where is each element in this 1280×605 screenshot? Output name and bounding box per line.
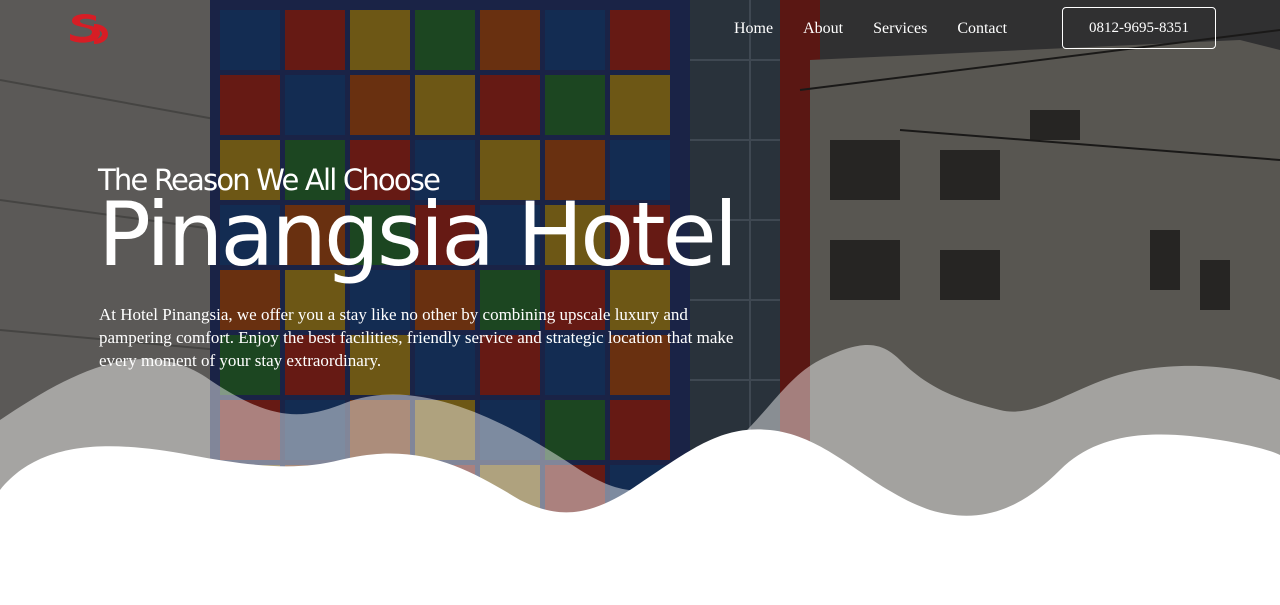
hero-section: Home About Services Contact 0812-9695-83…: [0, 0, 1280, 605]
front-wave: [0, 429, 1280, 605]
wave-divider: [0, 345, 1280, 605]
